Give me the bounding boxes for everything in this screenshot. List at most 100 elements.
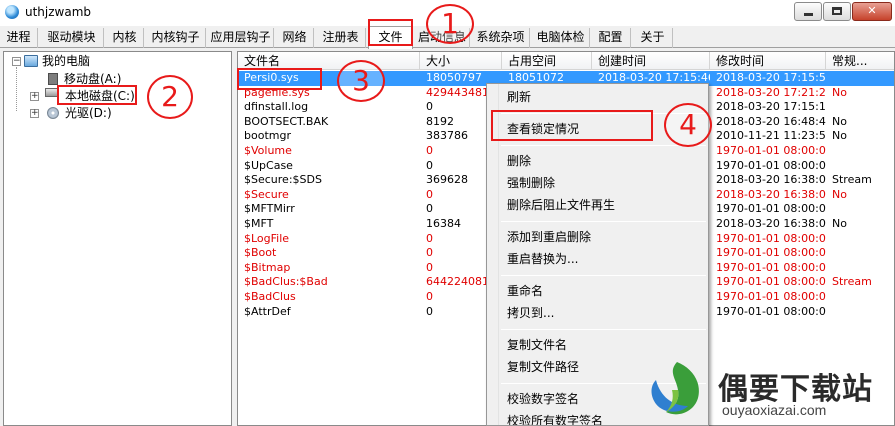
cell-name: $BadClus	[244, 290, 296, 303]
cell-attr	[826, 144, 894, 159]
tree-item-drive-d[interactable]: 光驱(D:)	[65, 105, 112, 121]
tab-11[interactable]: 配置	[591, 28, 631, 48]
cell-modified: 1970-01-01 08:00:00	[716, 231, 826, 245]
cd-drive-icon	[47, 107, 59, 119]
tab-9[interactable]: 系统杂项	[472, 28, 530, 48]
column-header-1[interactable]: 大小	[420, 52, 502, 70]
tree-item-my-computer[interactable]: 我的电脑	[42, 53, 90, 69]
file-list-header: 文件名 大小 占用空间 创建时间 修改时间 常规...	[238, 52, 894, 70]
cell-modified: 1970-01-01 08:00:00	[716, 304, 826, 318]
cell-modified: 1970-01-01 08:00:00	[716, 290, 826, 303]
column-header-2[interactable]: 占用空间	[502, 52, 592, 70]
cell-name: $AttrDef	[244, 304, 291, 318]
cell-modified: 2018-03-20 17:15:12	[716, 100, 826, 114]
cell-name: BOOTSECT.BAK	[244, 114, 329, 128]
cell-modified: 1970-01-01 08:00:00	[716, 158, 826, 172]
cell-modified: 1970-01-01 08:00:00	[716, 202, 826, 216]
annotation-box-drive-c	[57, 85, 137, 105]
cell-attr: No	[832, 85, 847, 99]
menu-separator	[501, 145, 706, 146]
tab-12[interactable]: 关于	[633, 28, 673, 48]
usb-drive-icon	[48, 73, 58, 85]
menu-item-12[interactable]: 拷贝到...	[507, 303, 554, 323]
cell-attr	[826, 71, 894, 86]
menu-item-0[interactable]: 刷新	[507, 87, 531, 107]
maximize-icon	[832, 7, 842, 15]
menu-separator	[501, 221, 706, 222]
cell-attr: Stream	[832, 275, 872, 289]
annotation-box-file-tab	[368, 19, 413, 46]
cell-attr	[826, 290, 894, 305]
menu-item-18[interactable]: 校验所有数字签名	[507, 411, 603, 425]
window-title: uthjzwamb	[25, 5, 92, 19]
watermark-url: ouyaoxiazai.com	[722, 402, 827, 418]
tab-1[interactable]: 驱动模块	[40, 28, 104, 48]
menu-item-11[interactable]: 重命名	[507, 281, 543, 301]
menu-item-9[interactable]: 重启替换为...	[507, 249, 578, 269]
tab-5[interactable]: 网络	[276, 28, 314, 48]
cell-name: $UpCase	[244, 158, 293, 172]
annotation-number-4: 4	[664, 103, 712, 147]
cell-modified: 2018-03-20 16:38:07	[716, 173, 826, 187]
tab-6[interactable]: 注册表	[316, 28, 366, 48]
cell-attr: No	[832, 129, 847, 143]
cell-modified: 2018-03-20 16:38:07	[716, 187, 826, 201]
cell-attr: Stream	[832, 173, 872, 187]
cell-name: $Secure:$SDS	[244, 173, 322, 187]
watermark: 偶要下载站 ouyaoxiazai.com	[648, 360, 895, 426]
close-icon: ✕	[867, 4, 877, 17]
column-header-3[interactable]: 创建时间	[592, 52, 710, 70]
maximize-button[interactable]	[823, 2, 851, 21]
cell-modified: 2018-03-20 16:48:46	[716, 114, 826, 128]
cell-modified: 2010-11-21 11:23:51	[716, 129, 826, 143]
minimize-icon	[803, 13, 813, 16]
tab-10[interactable]: 电脑体检	[532, 28, 590, 48]
tab-0[interactable]: 进程	[0, 28, 38, 48]
tree-line	[16, 67, 17, 111]
annotation-number-3: 3	[337, 60, 385, 102]
cell-modified: 1970-01-01 08:00:00	[716, 275, 826, 289]
column-header-5[interactable]: 常规...	[826, 52, 894, 70]
cell-attr	[826, 305, 894, 320]
tab-4[interactable]: 应用层钩子	[208, 28, 274, 48]
cell-modified: 2018-03-20 17:15:50	[716, 71, 826, 84]
tab-3[interactable]: 内核钩子	[146, 28, 206, 48]
expand-toggle-c[interactable]: +	[30, 92, 39, 101]
tab-2[interactable]: 内核	[106, 28, 144, 48]
cell-attr	[826, 159, 894, 174]
annotation-number-1: 1	[426, 4, 474, 44]
expand-toggle-d[interactable]: +	[30, 109, 39, 118]
column-header-4[interactable]: 修改时间	[710, 52, 826, 70]
computer-icon	[24, 55, 38, 67]
menu-item-14[interactable]: 复制文件名	[507, 335, 567, 355]
cell-attr: No	[832, 187, 847, 201]
cell-name: $Bitmap	[244, 260, 291, 274]
app-icon	[5, 5, 19, 19]
cell-modified: 1970-01-01 08:00:00	[716, 246, 826, 260]
cell-name: $BadClus:$Bad	[244, 275, 328, 289]
cell-attr	[826, 246, 894, 261]
cell-name: bootmgr	[244, 129, 291, 143]
cell-name: dfinstall.log	[244, 100, 309, 114]
collapse-toggle[interactable]: −	[12, 57, 21, 66]
cell-name: $LogFile	[244, 231, 290, 245]
menu-separator	[501, 275, 706, 276]
cell-name: $Boot	[244, 246, 277, 260]
menu-item-4[interactable]: 删除	[507, 151, 531, 171]
cell-attr	[826, 202, 894, 217]
menu-item-17[interactable]: 校验数字签名	[507, 389, 579, 409]
menu-item-6[interactable]: 删除后阻止文件再生	[507, 195, 615, 215]
close-button[interactable]: ✕	[852, 2, 892, 21]
menu-item-15[interactable]: 复制文件路径	[507, 357, 579, 377]
cell-attr: No	[832, 217, 847, 230]
cell-name: $MFT	[244, 217, 274, 230]
cell-modified: 2018-03-20 17:21:26	[716, 85, 826, 99]
minimize-button[interactable]	[794, 2, 822, 21]
cell-attr	[826, 232, 894, 247]
cell-attr	[826, 261, 894, 276]
menu-item-8[interactable]: 添加到重启删除	[507, 227, 591, 247]
menu-item-5[interactable]: 强制删除	[507, 173, 555, 193]
cell-modified: 1970-01-01 08:00:00	[716, 144, 826, 157]
annotation-number-2: 2	[147, 75, 193, 119]
cell-attr	[826, 100, 894, 115]
